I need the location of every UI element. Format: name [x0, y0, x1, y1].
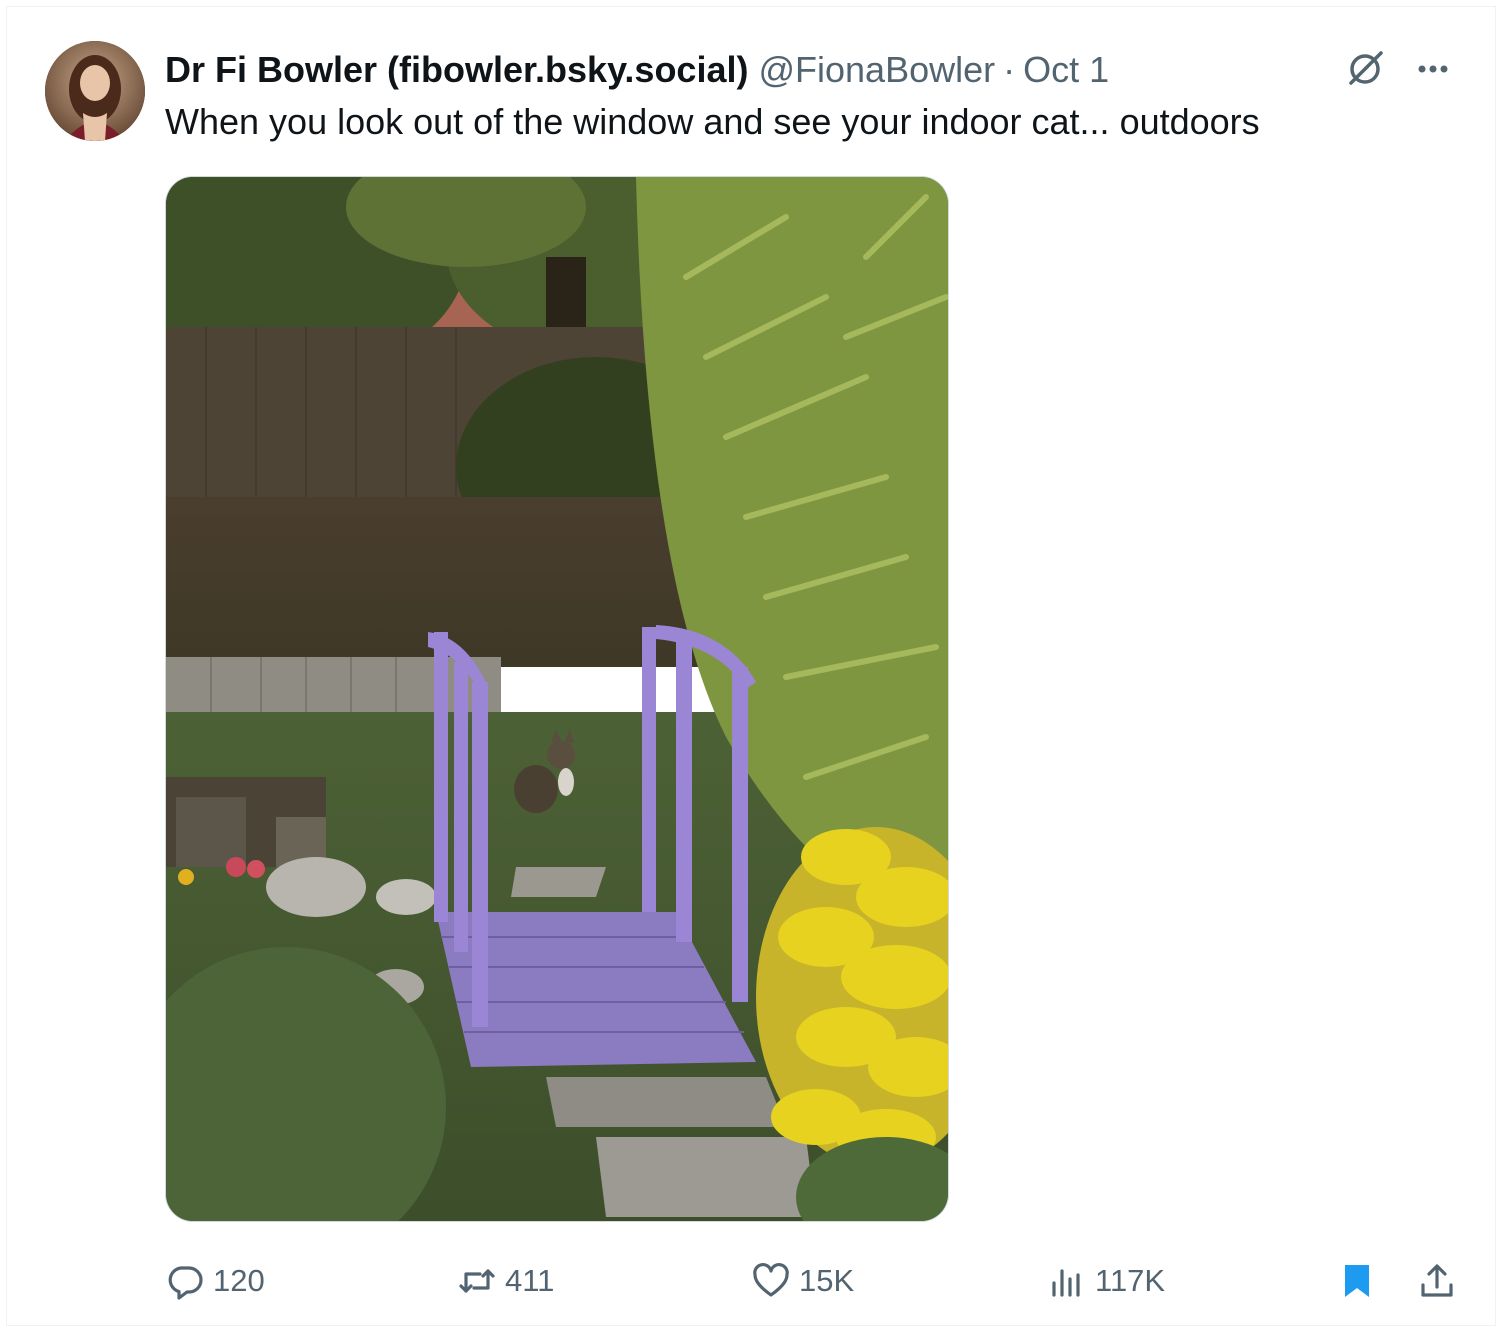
like-button[interactable]: 15K: [751, 1259, 854, 1303]
share-button[interactable]: [1417, 1259, 1457, 1303]
user-handle[interactable]: @FionaBowler: [758, 49, 995, 91]
views-button[interactable]: 117K: [1047, 1259, 1165, 1303]
reply-count: 120: [213, 1263, 265, 1298]
tweet-photo[interactable]: [165, 176, 949, 1222]
repost-count: 411: [505, 1263, 555, 1298]
repost-button[interactable]: 411: [457, 1259, 554, 1303]
tweet-date[interactable]: Oct 1: [1023, 49, 1109, 91]
retweet-arrows-icon: [459, 1269, 495, 1293]
avatar[interactable]: [45, 41, 145, 141]
tweet-card[interactable]: Dr Fi Bowler (fibowler.bsky.social) @Fio…: [6, 6, 1496, 1326]
like-count: 15K: [799, 1263, 855, 1298]
tweet-header: Dr Fi Bowler (fibowler.bsky.social) @Fio…: [165, 47, 1109, 93]
speech-bubble-icon: [168, 1266, 203, 1300]
views-count: 117K: [1095, 1263, 1166, 1298]
tweet-text: When you look out of the window and see …: [165, 101, 1260, 142]
display-name[interactable]: Dr Fi Bowler (fibowler.bsky.social): [165, 49, 748, 91]
more-dots-icon[interactable]: [1411, 47, 1455, 91]
garden-photo: [166, 177, 948, 1221]
share-upload-icon: [1421, 1264, 1453, 1297]
avatar-image: [45, 41, 145, 141]
reply-button[interactable]: 120: [165, 1259, 265, 1303]
bookmark-button[interactable]: [1337, 1259, 1377, 1303]
bar-chart-icon: [1052, 1269, 1080, 1297]
bookmark-filled-icon: [1345, 1265, 1369, 1297]
header-separator: ·: [1003, 49, 1016, 90]
grok-slash-icon[interactable]: [1343, 47, 1387, 91]
heart-icon: [753, 1262, 789, 1297]
